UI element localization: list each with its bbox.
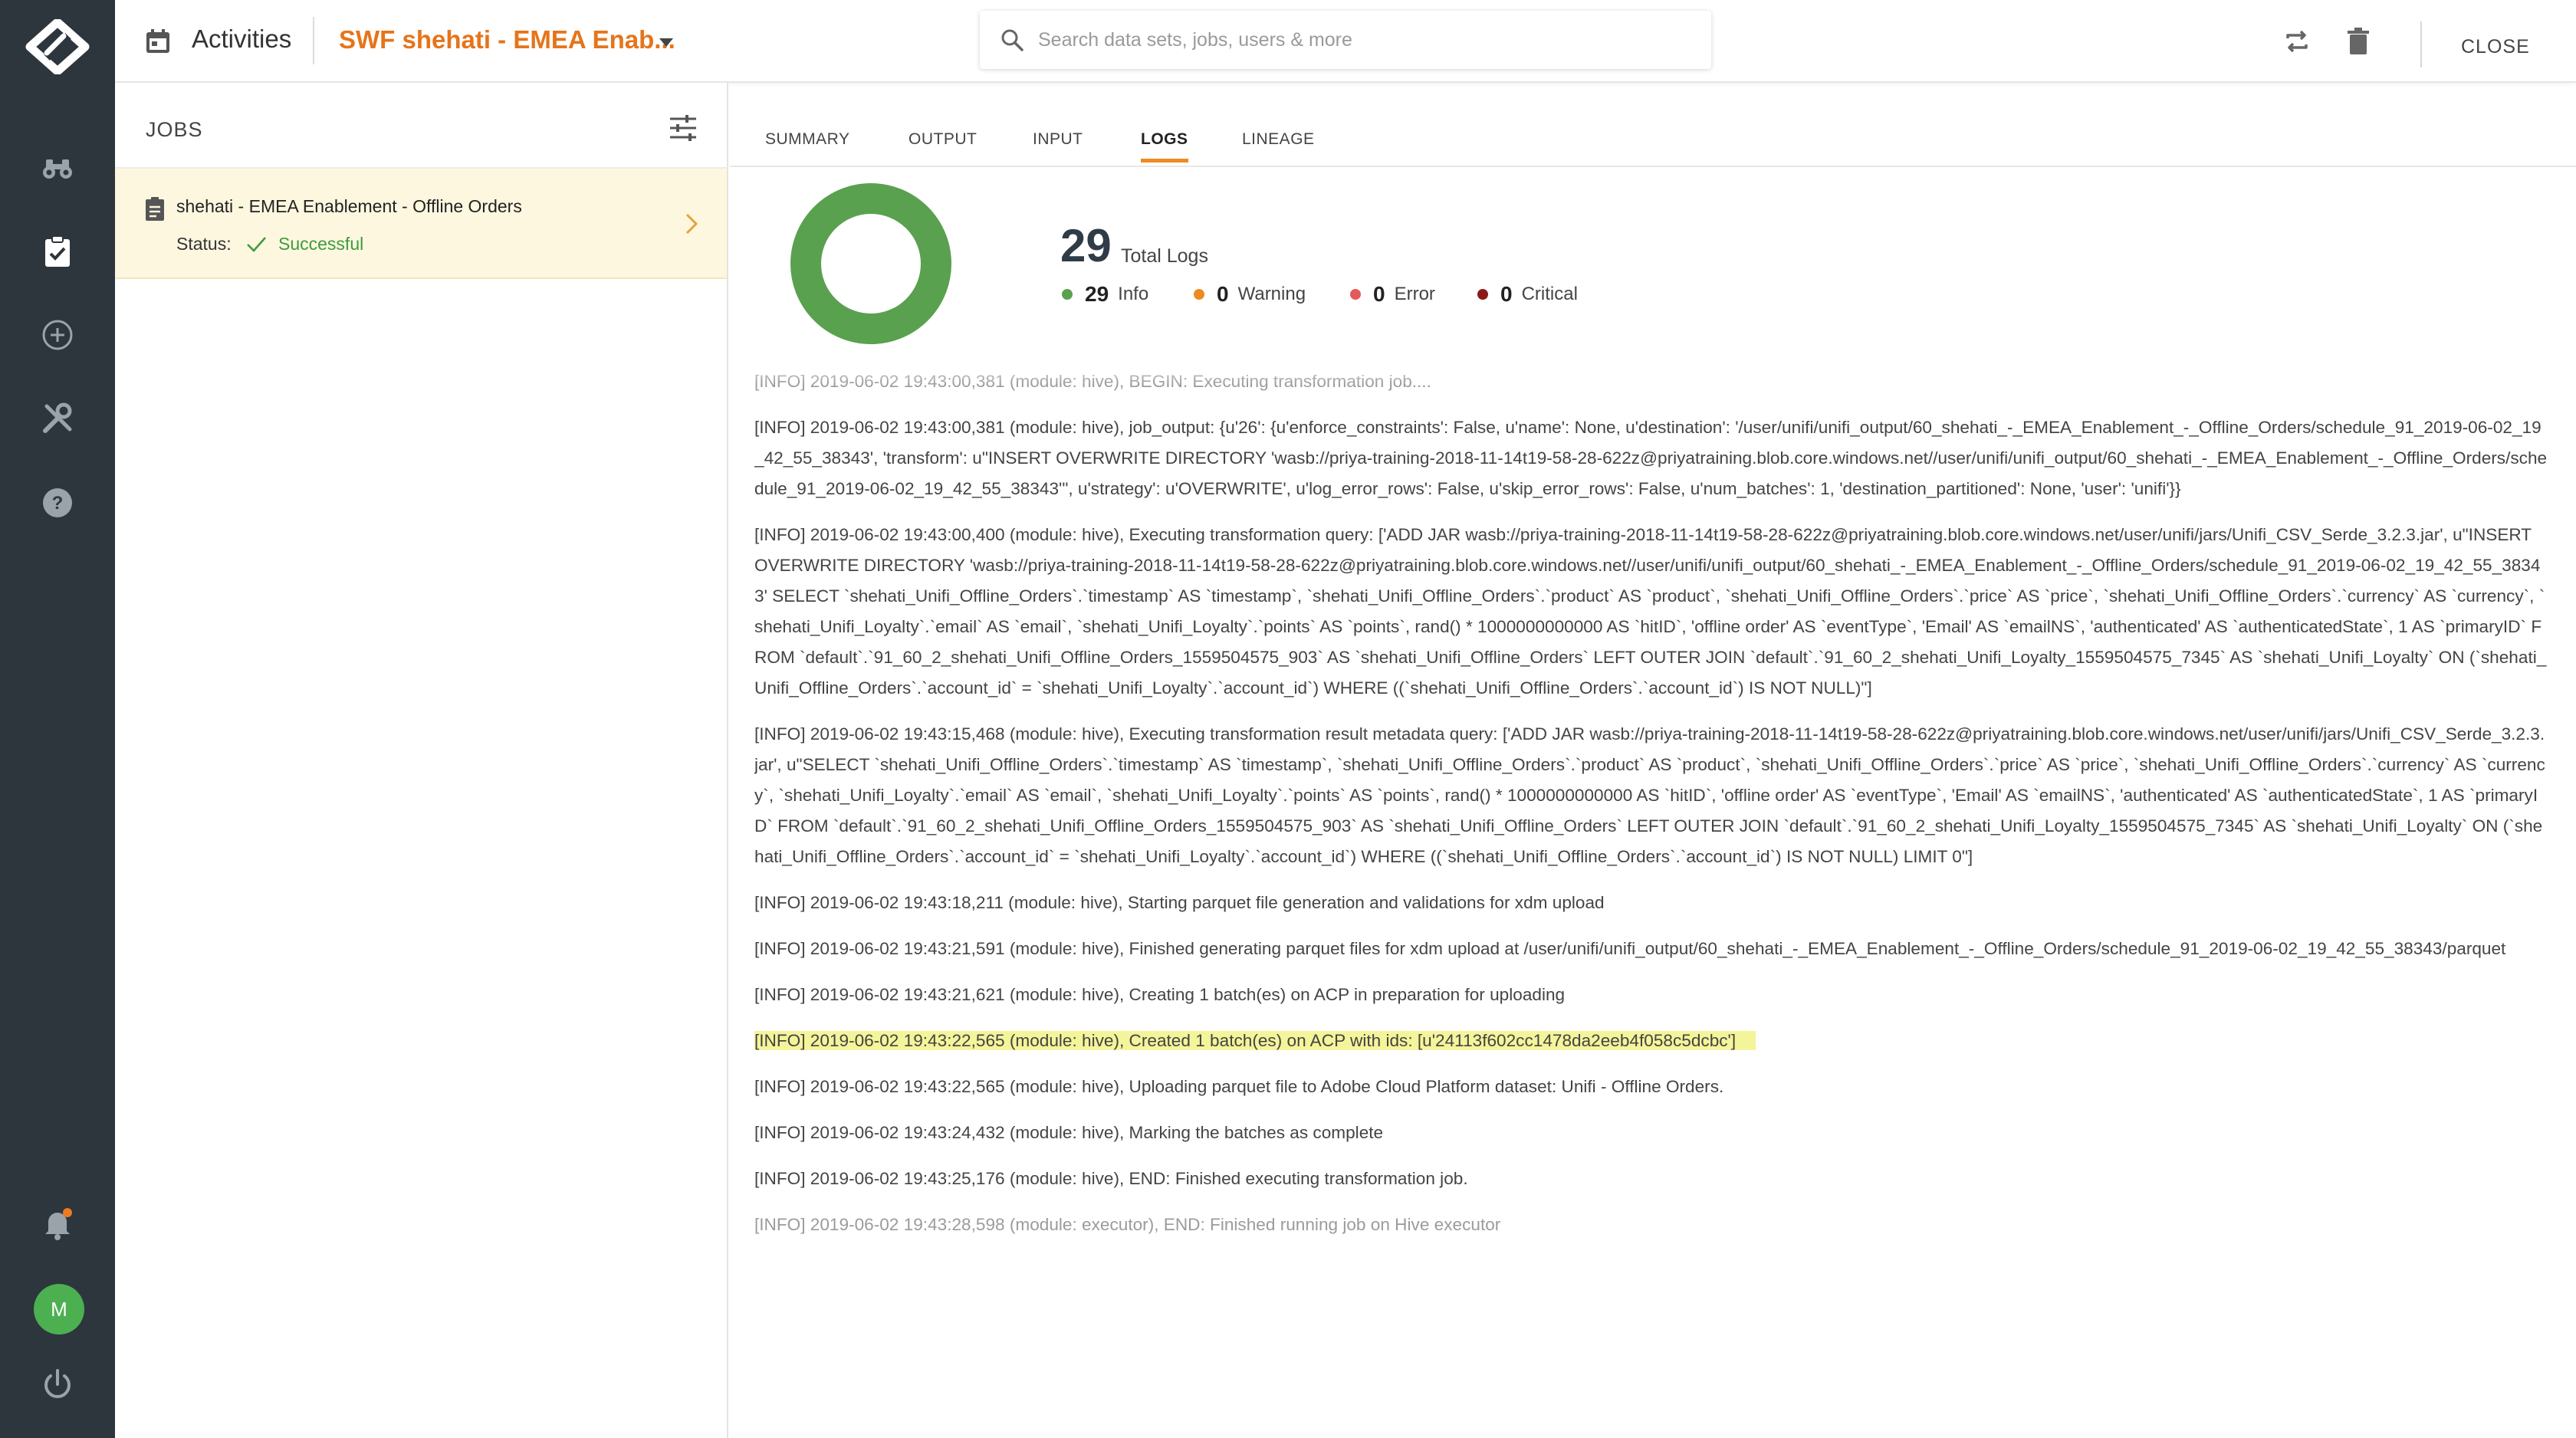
- power-icon[interactable]: [36, 1363, 79, 1406]
- close-button[interactable]: CLOSE: [2461, 36, 2530, 58]
- tools-icon[interactable]: [36, 397, 79, 440]
- log-entry: [INFO] 2019-06-02 19:43:25,176 (module: …: [754, 1169, 1468, 1188]
- critical-count-label: Critical: [1521, 284, 1578, 304]
- divider: [313, 17, 314, 64]
- filter-settings-icon[interactable]: [665, 110, 701, 146]
- log-list[interactable]: [INFO] 2019-06-02 19:43:00,381 (module: …: [754, 366, 2548, 1409]
- log-entry: [INFO] 2019-06-02 19:43:21,591 (module: …: [754, 939, 2506, 958]
- tab-lineage[interactable]: LINEAGE: [1242, 130, 1315, 163]
- document-icon: [146, 197, 164, 221]
- clipboard-check-icon[interactable]: [36, 230, 79, 273]
- log-entry: [INFO] 2019-06-02 19:43:22,565 (module: …: [754, 1077, 1724, 1096]
- error-count-value: 0: [1373, 282, 1385, 306]
- tab-bar: SUMMARY OUTPUT INPUT LOGS LINEAGE: [730, 83, 2576, 167]
- chevron-down-icon[interactable]: [656, 32, 676, 52]
- info-count: 29 Info: [1062, 282, 1148, 307]
- bell-icon[interactable]: [36, 1202, 79, 1245]
- svg-text:?: ?: [52, 493, 64, 514]
- left-nav: ? M: [0, 0, 115, 1438]
- search-icon: [1001, 29, 1024, 51]
- log-entry: [INFO] 2019-06-02 19:43:00,400 (module: …: [754, 525, 2547, 698]
- tab-output[interactable]: OUTPUT: [909, 130, 977, 163]
- warning-dot: [1194, 289, 1204, 300]
- search-input[interactable]: [1038, 20, 1697, 60]
- log-donut-chart: [790, 183, 951, 344]
- info-count-value: 29: [1085, 282, 1109, 306]
- search-box: [980, 11, 1711, 69]
- log-entry-highlighted: [INFO] 2019-06-02 19:43:22,565 (module: …: [754, 1026, 2548, 1056]
- total-logs-label: Total Logs: [1121, 245, 1208, 267]
- info-dot: [1062, 289, 1073, 300]
- info-count-label: Info: [1118, 284, 1149, 304]
- total-logs-count: 29: [1060, 220, 1112, 271]
- tab-logs[interactable]: LOGS: [1141, 130, 1188, 163]
- log-entry: [INFO] 2019-06-02 19:43:18,211 (module: …: [754, 893, 1605, 912]
- warning-count-label: Warning: [1237, 284, 1306, 304]
- scroll-fade: [730, 353, 2576, 385]
- job-name: shehati - EMEA Enablement - Offline Orde…: [176, 196, 522, 216]
- warning-count-value: 0: [1217, 282, 1229, 306]
- jobs-heading: JOBS: [146, 118, 203, 141]
- calendar-icon: [146, 29, 169, 53]
- repeat-icon[interactable]: [2280, 25, 2314, 58]
- log-entry: [INFO] 2019-06-02 19:43:28,598 (module: …: [754, 1215, 1501, 1234]
- divider: [2420, 21, 2422, 67]
- app-logo-icon[interactable]: [24, 19, 91, 74]
- trash-icon[interactable]: [2341, 25, 2375, 58]
- jobs-panel: JOBS shehati - EMEA Enablement - Offline…: [115, 83, 728, 1438]
- warning-count: 0 Warning: [1194, 282, 1306, 307]
- section-title: Activities: [192, 25, 292, 53]
- error-count: 0 Error: [1350, 282, 1435, 307]
- help-icon[interactable]: ?: [36, 481, 79, 524]
- tab-input[interactable]: INPUT: [1033, 130, 1083, 163]
- plus-circle-icon[interactable]: [36, 314, 79, 356]
- status-value: Successful: [278, 234, 364, 254]
- tab-summary[interactable]: SUMMARY: [765, 130, 849, 163]
- avatar[interactable]: M: [34, 1284, 84, 1335]
- critical-dot: [1477, 289, 1488, 300]
- critical-count-value: 0: [1500, 282, 1513, 306]
- check-icon: [247, 237, 266, 252]
- chevron-right-icon[interactable]: [682, 212, 701, 236]
- log-entry: [INFO] 2019-06-02 19:43:24,432 (module: …: [754, 1123, 1384, 1142]
- top-bar: Activities SWF shehati - EMEA Enab... CL…: [115, 0, 2576, 83]
- binoculars-icon[interactable]: [36, 146, 79, 189]
- highlighted-text: [INFO] 2019-06-02 19:43:22,565 (module: …: [754, 1031, 1756, 1050]
- log-entry: [INFO] 2019-06-02 19:43:00,381 (module: …: [754, 418, 2548, 498]
- error-dot: [1350, 289, 1361, 300]
- log-entry: [INFO] 2019-06-02 19:43:15,468 (module: …: [754, 724, 2545, 866]
- job-list-item[interactable]: shehati - EMEA Enablement - Offline Orde…: [115, 169, 727, 279]
- critical-count: 0 Critical: [1477, 282, 1578, 307]
- error-count-label: Error: [1394, 284, 1435, 304]
- log-entry: [INFO] 2019-06-02 19:43:21,621 (module: …: [754, 985, 1566, 1004]
- job-title[interactable]: SWF shehati - EMEA Enab...: [339, 25, 675, 54]
- status-label: Status:: [176, 234, 232, 254]
